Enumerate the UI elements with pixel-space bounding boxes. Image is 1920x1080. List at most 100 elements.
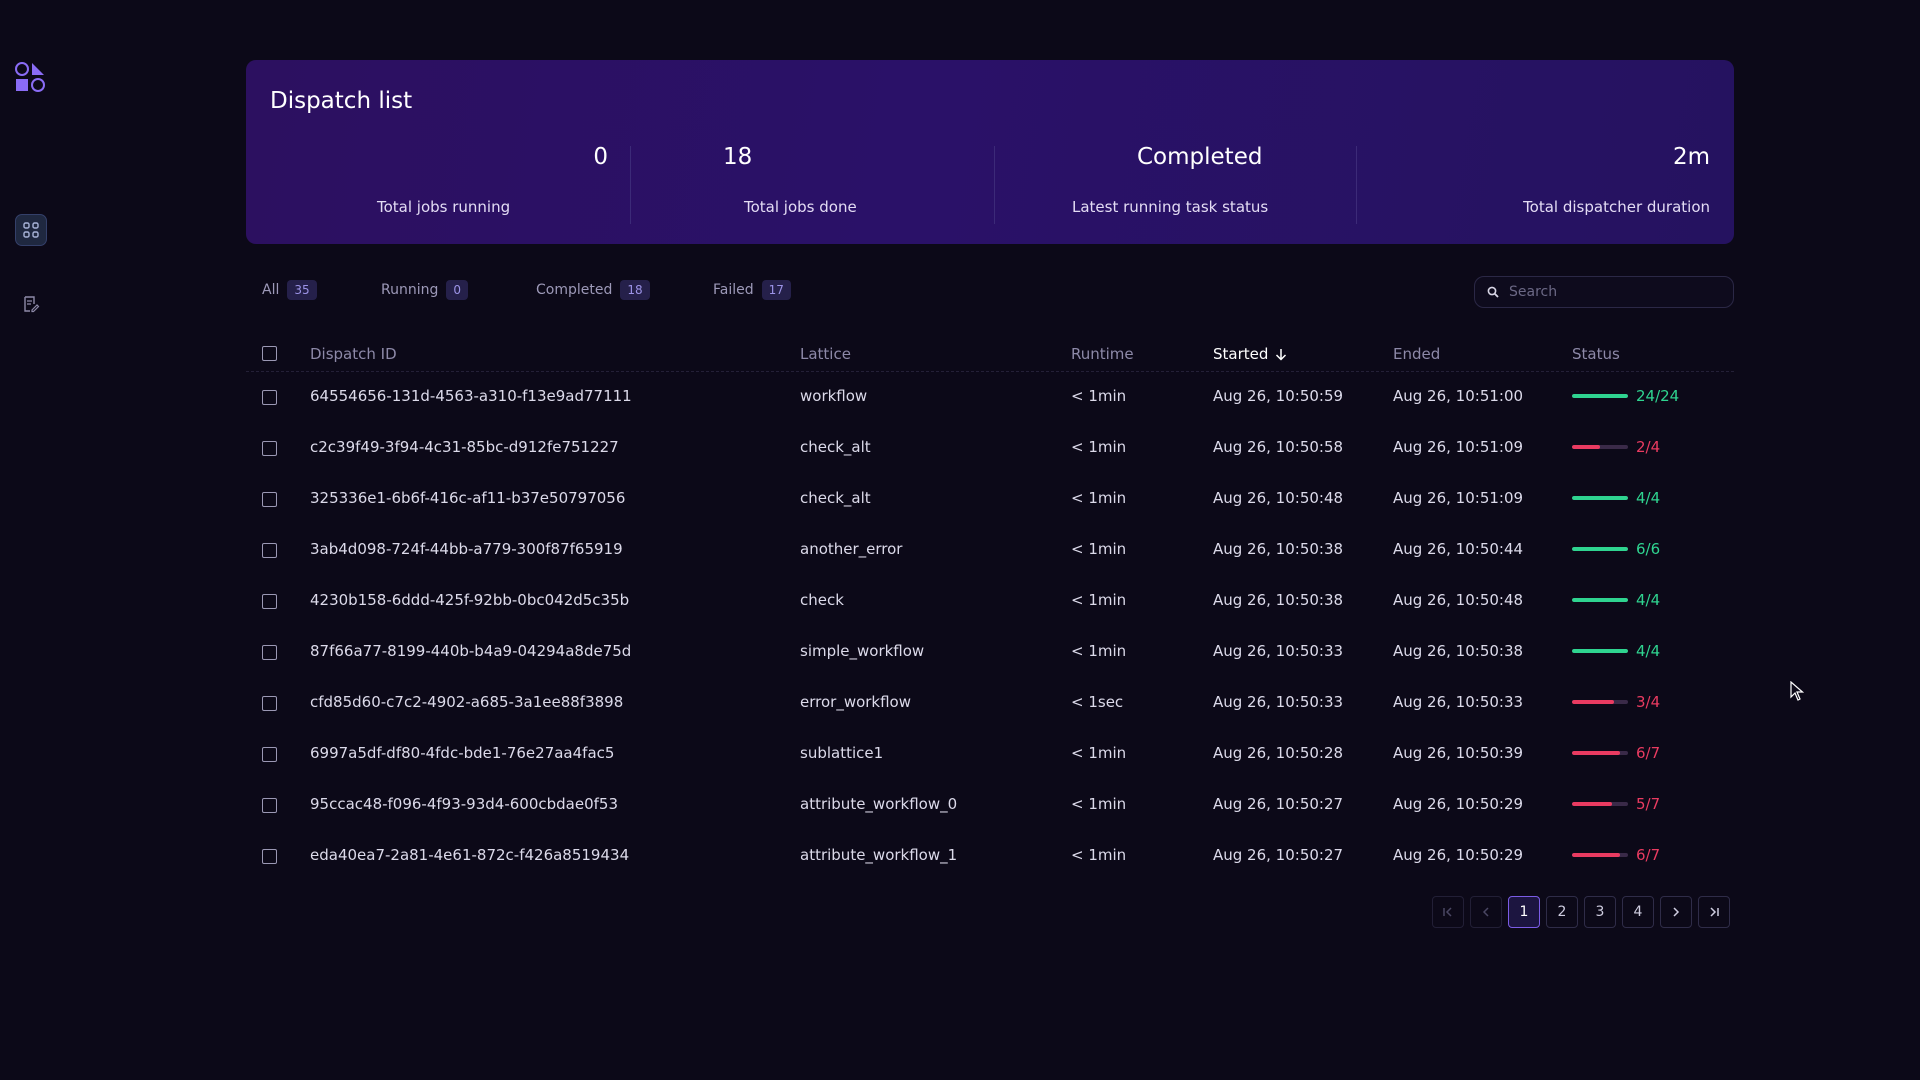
page-button-4[interactable]: 4: [1622, 896, 1654, 928]
dispatch-id-cell[interactable]: c2c39f49-3f94-4c31-85bc-d912fe751227: [310, 438, 619, 456]
dispatch-id-cell[interactable]: 87f66a77-8199-440b-b4a9-04294a8de75d: [310, 642, 631, 660]
lattice-cell: workflow: [800, 387, 868, 405]
search-input[interactable]: [1509, 284, 1709, 300]
table-row[interactable]: 4230b158-6ddd-425f-92bb-0bc042d5c35b chec…: [246, 576, 1734, 627]
lattice-cell: attribute_workflow_1: [800, 846, 958, 864]
column-header-ended[interactable]: Ended: [1393, 345, 1440, 363]
status-cell: 6/6: [1572, 540, 1660, 558]
status-count: 4/4: [1636, 489, 1661, 507]
table-row[interactable]: 6997a5df-df80-4fdc-bde1-76e27aa4fac5 subl…: [246, 729, 1734, 780]
dispatch-id-cell[interactable]: 325336e1-6b6f-416c-af11-b37e50797056: [310, 489, 625, 507]
status-cell: 6/7: [1572, 744, 1660, 762]
prev-page-icon: [1482, 907, 1489, 917]
dispatch-id-cell[interactable]: eda40ea7-2a81-4e61-872c-f426a8519434: [310, 846, 629, 864]
status-progress-bar: [1572, 496, 1628, 500]
stat-label: Total jobs running: [377, 198, 511, 216]
row-checkbox[interactable]: [262, 492, 277, 507]
table-header: Dispatch ID Lattice Runtime Started Ende…: [246, 336, 1734, 372]
filter-tab-all[interactable]: All 35: [262, 280, 317, 300]
lattice-cell: another_error: [800, 540, 903, 558]
status-count: 6/7: [1636, 846, 1661, 864]
status-progress-fill: [1572, 853, 1620, 857]
row-checkbox[interactable]: [262, 696, 277, 711]
table-row[interactable]: 87f66a77-8199-440b-b4a9-04294a8de75d simp…: [246, 627, 1734, 678]
first-page-button[interactable]: [1432, 896, 1464, 928]
runtime-cell: < 1min: [1071, 489, 1127, 507]
column-header-lattice[interactable]: Lattice: [800, 345, 851, 363]
row-checkbox[interactable]: [262, 747, 277, 762]
row-checkbox[interactable]: [262, 645, 277, 660]
search-box[interactable]: [1474, 276, 1734, 308]
table-row[interactable]: 325336e1-6b6f-416c-af11-b37e50797056 chec…: [246, 474, 1734, 525]
filter-label: Completed: [536, 282, 613, 298]
status-progress-bar: [1572, 598, 1628, 602]
status-cell: 4/4: [1572, 591, 1660, 609]
nav-logs[interactable]: [15, 288, 47, 320]
nav-dispatch-list[interactable]: [15, 214, 47, 246]
filter-tab-completed[interactable]: Completed 18: [536, 280, 650, 300]
table-row[interactable]: cfd85d60-c7c2-4902-a685-3a1ee88f3898 erro…: [246, 678, 1734, 729]
filter-label: All: [262, 282, 280, 298]
stat-label: Latest running task status: [1072, 198, 1269, 216]
page-button-3[interactable]: 3: [1584, 896, 1616, 928]
covalent-logo-icon[interactable]: [14, 61, 46, 93]
started-cell: Aug 26, 10:50:38: [1213, 591, 1344, 609]
last-page-button[interactable]: [1698, 896, 1730, 928]
table-row[interactable]: 3ab4d098-724f-44bb-a779-300f87f65919 anot…: [246, 525, 1734, 576]
status-progress-bar: [1572, 853, 1628, 857]
lattice-cell: error_workflow: [800, 693, 912, 711]
dispatch-id-cell[interactable]: cfd85d60-c7c2-4902-a685-3a1ee88f3898: [310, 693, 623, 711]
first-page-icon: [1443, 907, 1452, 917]
status-progress-fill: [1572, 700, 1614, 704]
status-count: 2/4: [1636, 438, 1661, 456]
page-button-2[interactable]: 2: [1546, 896, 1578, 928]
lattice-cell: check: [800, 591, 844, 609]
dispatch-id-cell[interactable]: 64554656-131d-4563-a310-f13e9ad77111: [310, 387, 632, 405]
dispatch-id-cell[interactable]: 95ccac48-f096-4f93-93d4-600cbdae0f53: [310, 795, 618, 813]
row-checkbox[interactable]: [262, 441, 277, 456]
status-progress-fill: [1572, 802, 1612, 806]
dispatch-id-cell[interactable]: 3ab4d098-724f-44bb-a779-300f87f65919: [310, 540, 623, 558]
ended-cell: Aug 26, 10:50:48: [1393, 591, 1524, 609]
row-checkbox[interactable]: [262, 390, 277, 405]
row-checkbox[interactable]: [262, 543, 277, 558]
filter-count-badge: 18: [620, 280, 650, 300]
runtime-cell: < 1min: [1071, 438, 1127, 456]
started-cell: Aug 26, 10:50:33: [1213, 693, 1344, 711]
table-row[interactable]: 64554656-131d-4563-a310-f13e9ad77111 work…: [246, 372, 1734, 423]
filter-label: Running: [381, 282, 439, 298]
row-checkbox[interactable]: [262, 849, 277, 864]
status-cell: 24/24: [1572, 387, 1679, 405]
next-page-button[interactable]: [1660, 896, 1692, 928]
filter-tab-running[interactable]: Running 0: [381, 280, 469, 300]
table-row[interactable]: c2c39f49-3f94-4c31-85bc-d912fe751227 chec…: [246, 423, 1734, 474]
row-checkbox[interactable]: [262, 594, 277, 609]
status-count: 4/4: [1636, 642, 1661, 660]
status-count: 6/6: [1636, 540, 1661, 558]
table-row[interactable]: 95ccac48-f096-4f93-93d4-600cbdae0f53 attr…: [246, 780, 1734, 831]
row-checkbox[interactable]: [262, 798, 277, 813]
stat-latest-task-status: Completed Latest running task status: [995, 144, 1357, 224]
page-button-1[interactable]: 1: [1508, 896, 1540, 928]
search-icon: [1487, 286, 1499, 298]
ended-cell: Aug 26, 10:50:39: [1393, 744, 1524, 762]
logs-icon: [24, 296, 40, 313]
status-progress-fill: [1572, 598, 1628, 602]
dispatch-id-cell[interactable]: 6997a5df-df80-4fdc-bde1-76e27aa4fac5: [310, 744, 614, 762]
status-cell: 5/7: [1572, 795, 1660, 813]
stat-value: 0: [593, 144, 608, 170]
started-cell: Aug 26, 10:50:33: [1213, 642, 1344, 660]
summary-card: Dispatch list 0 Total jobs running 18 To…: [246, 60, 1734, 244]
table-row[interactable]: eda40ea7-2a81-4e61-872c-f426a8519434 attr…: [246, 831, 1734, 882]
prev-page-button[interactable]: [1470, 896, 1502, 928]
column-header-runtime[interactable]: Runtime: [1071, 345, 1134, 363]
runtime-cell: < 1min: [1071, 744, 1127, 762]
column-header-dispatch-id[interactable]: Dispatch ID: [310, 345, 397, 363]
filter-tab-failed[interactable]: Failed 17: [713, 280, 791, 300]
dispatch-id-cell[interactable]: 4230b158-6ddd-425f-92bb-0bc042d5c35b: [310, 591, 629, 609]
column-header-started[interactable]: Started: [1213, 345, 1287, 363]
stat-total-dispatcher-duration: 2m Total dispatcher duration: [1357, 144, 1710, 224]
column-header-status[interactable]: Status: [1572, 345, 1620, 363]
select-all-checkbox[interactable]: [262, 346, 277, 361]
started-cell: Aug 26, 10:50:28: [1213, 744, 1344, 762]
